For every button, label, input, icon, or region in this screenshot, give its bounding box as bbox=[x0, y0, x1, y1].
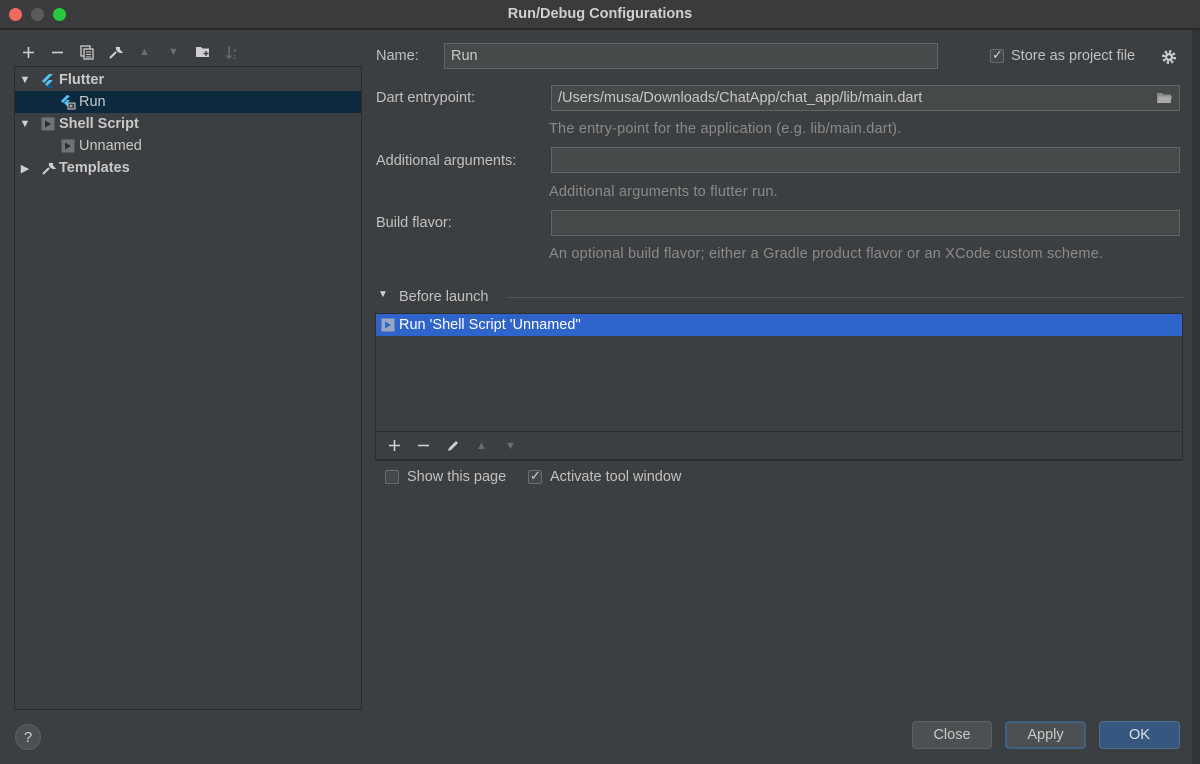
close-button[interactable]: Close bbox=[912, 721, 992, 749]
sort-icon[interactable]: az bbox=[217, 42, 246, 62]
before-launch-item[interactable]: Run 'Shell Script 'Unnamed'' bbox=[376, 314, 1182, 336]
help-button[interactable]: ? bbox=[15, 724, 41, 750]
ok-button[interactable]: OK bbox=[1099, 721, 1180, 749]
tree-item-run[interactable]: Run bbox=[15, 91, 361, 113]
expand-arrow-icon[interactable]: ▼ bbox=[17, 118, 33, 130]
collapse-arrow-icon[interactable]: ▶ bbox=[17, 162, 33, 175]
tree-label-flutter: Flutter bbox=[59, 72, 105, 88]
name-field[interactable]: Run bbox=[444, 43, 938, 69]
args-hint: Additional arguments to flutter run. bbox=[549, 184, 778, 200]
tree-label-templates: Templates bbox=[59, 160, 130, 176]
args-label: Additional arguments: bbox=[376, 153, 517, 169]
section-divider bbox=[508, 297, 1183, 298]
move-down-icon[interactable]: ▼ bbox=[496, 436, 525, 456]
wrench-icon bbox=[39, 160, 57, 176]
entrypoint-label: Dart entrypoint: bbox=[376, 90, 476, 106]
folder-browse-icon[interactable] bbox=[1156, 91, 1173, 109]
move-up-icon[interactable]: ▲ bbox=[467, 436, 496, 456]
move-up-icon[interactable]: ▲ bbox=[130, 42, 159, 62]
entrypoint-hint: The entry-point for the application (e.g… bbox=[549, 121, 902, 137]
add-config-icon[interactable] bbox=[14, 42, 43, 62]
wrench-icon[interactable] bbox=[101, 42, 130, 62]
before-launch-item-label: Run 'Shell Script 'Unnamed'' bbox=[399, 317, 581, 333]
entrypoint-field[interactable]: /Users/musa/Downloads/ChatApp/chat_app/l… bbox=[551, 85, 1180, 111]
tree-item-flutter[interactable]: ▼ Flutter bbox=[15, 69, 361, 91]
config-toolbar: ▲ ▼ az bbox=[14, 42, 246, 62]
expand-arrow-icon[interactable]: ▼ bbox=[17, 74, 33, 86]
add-task-icon[interactable] bbox=[380, 436, 409, 456]
tree-label-unnamed: Unnamed bbox=[79, 138, 142, 154]
window-title: Run/Debug Configurations bbox=[507, 6, 693, 22]
remove-task-icon[interactable] bbox=[409, 436, 438, 456]
tree-label-shell-script: Shell Script bbox=[59, 116, 139, 132]
flavor-hint: An optional build flavor; either a Gradl… bbox=[549, 246, 1104, 262]
window-edge bbox=[1192, 30, 1200, 764]
store-project-file-checkbox[interactable] bbox=[990, 47, 1004, 63]
apply-button[interactable]: Apply bbox=[1005, 721, 1086, 749]
name-label: Name: bbox=[376, 48, 419, 64]
flavor-label: Build flavor: bbox=[376, 215, 452, 231]
gear-icon[interactable] bbox=[1160, 48, 1178, 70]
flutter-icon bbox=[39, 72, 57, 88]
flavor-field[interactable] bbox=[551, 210, 1180, 236]
tree-item-unnamed[interactable]: Unnamed bbox=[15, 135, 361, 157]
store-project-file-label: Store as project file bbox=[1011, 48, 1136, 64]
move-down-icon[interactable]: ▼ bbox=[159, 42, 188, 62]
config-tree: ▼ Flutter Run ▼ Shell Script Unnamed ▶ T… bbox=[14, 66, 362, 710]
flutter-run-icon bbox=[59, 94, 77, 110]
show-page-checkbox[interactable] bbox=[385, 470, 399, 484]
remove-config-icon[interactable] bbox=[43, 42, 72, 62]
shell-script-icon bbox=[379, 317, 397, 333]
shell-script-icon bbox=[39, 116, 57, 132]
before-launch-title: Before launch bbox=[399, 289, 489, 305]
before-launch-toggle-icon[interactable]: ▼ bbox=[378, 289, 388, 300]
args-field[interactable] bbox=[551, 147, 1180, 173]
show-page-label: Show this page bbox=[407, 469, 507, 485]
tree-item-shell-script[interactable]: ▼ Shell Script bbox=[15, 113, 361, 135]
tree-label-run: Run bbox=[79, 94, 106, 110]
activate-tool-window-checkbox[interactable] bbox=[528, 468, 542, 484]
new-folder-icon[interactable] bbox=[188, 42, 217, 62]
dialog-body: ▲ ▼ az ▼ Flutter Run ▼ Shell Script Unna… bbox=[0, 30, 1200, 764]
svg-text:a: a bbox=[233, 47, 237, 54]
title-bar: Run/Debug Configurations bbox=[0, 0, 1200, 29]
activate-tool-window-label: Activate tool window bbox=[550, 469, 682, 485]
before-launch-toolbar: ▲ ▼ bbox=[375, 431, 1183, 460]
tree-item-templates[interactable]: ▶ Templates bbox=[15, 157, 361, 179]
copy-config-icon[interactable] bbox=[72, 42, 101, 62]
edit-task-icon[interactable] bbox=[438, 436, 467, 456]
shell-script-icon bbox=[59, 138, 77, 154]
svg-text:z: z bbox=[233, 54, 236, 60]
